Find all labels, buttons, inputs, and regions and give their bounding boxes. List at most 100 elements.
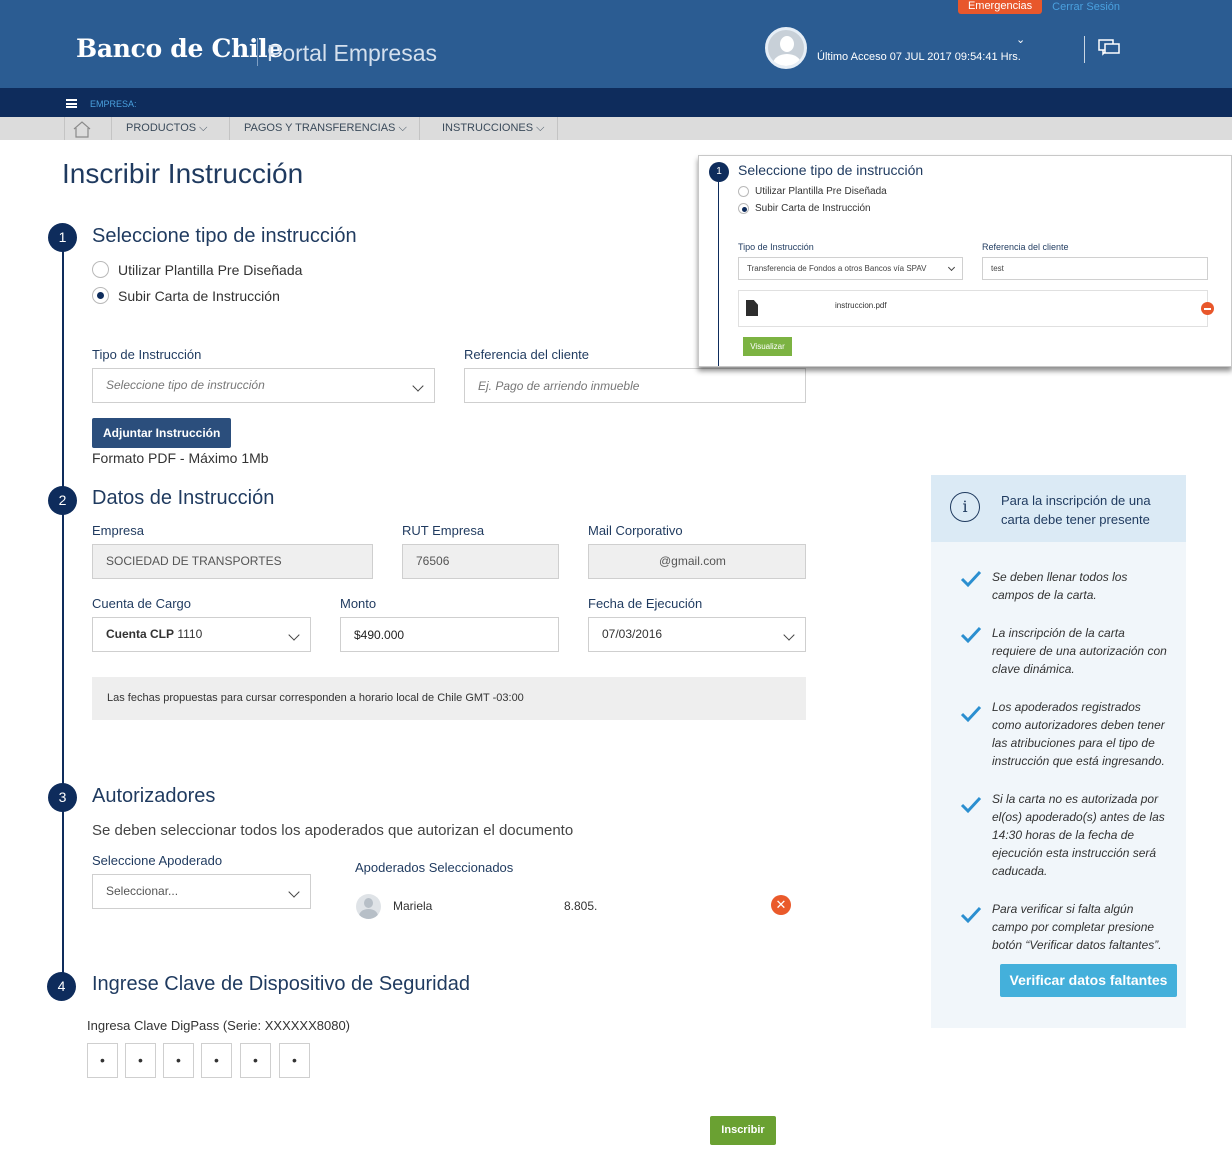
inset-radio-upload-control[interactable] <box>738 203 749 214</box>
format-note: Formato PDF - Máximo 1Mb <box>92 450 269 466</box>
nav-pagos[interactable]: PAGOS Y TRANSFERENCIAS ⌵ <box>229 117 419 140</box>
cuenta-type: Cuenta CLP <box>106 627 175 641</box>
fecha-select[interactable]: 07/03/2016 <box>588 617 806 652</box>
pin-input-1[interactable]: • <box>87 1043 118 1078</box>
ref-input[interactable]: Ej. Pago de arriendo inmueble <box>464 368 806 403</box>
pin-input-3[interactable]: • <box>163 1043 194 1078</box>
apoderado-label: Seleccione Apoderado <box>92 853 223 868</box>
cuenta-number: 1110 <box>177 627 203 641</box>
nav-productos[interactable]: PRODUCTOS ⌵ <box>111 117 229 140</box>
type-label: Tipo de Instrucción <box>92 347 202 362</box>
inset-type-label: Tipo de Instrucción <box>738 242 814 252</box>
inset-radio-upload-label: Subir Carta de Instrucción <box>755 203 871 214</box>
verify-button[interactable]: Verificar datos faltantes <box>1000 964 1177 997</box>
pin-input-6[interactable]: • <box>279 1043 310 1078</box>
remove-apoderado-icon[interactable]: ✕ <box>771 895 791 915</box>
apoderado-avatar <box>356 894 381 919</box>
radio-upload-label: Subir Carta de Instrucción <box>118 287 280 304</box>
inset-ref-label: Referencia del cliente <box>982 242 1069 252</box>
mail-label: Mail Corporativo <box>588 523 683 538</box>
step-2-title: Datos de Instrucción <box>92 487 275 509</box>
info-tip-text: Los apoderados registrados como autoriza… <box>992 700 1165 768</box>
view-button[interactable]: Visualizar <box>743 337 792 356</box>
page-title: Inscribir Instrucción <box>62 158 304 189</box>
user-avatar[interactable] <box>765 27 807 69</box>
hamburger-menu-icon[interactable] <box>66 99 77 108</box>
checkmark-icon <box>960 906 982 924</box>
user-menu-chevron-icon[interactable]: ⌄ <box>1016 33 1025 46</box>
inset-file-name: instruccion.pdf <box>835 301 887 310</box>
empresa-label: EMPRESA: <box>90 99 137 109</box>
radio-template-control[interactable] <box>92 261 109 278</box>
apoderado-placeholder: Seleccionar... <box>106 884 179 898</box>
monto-label: Monto <box>340 596 377 611</box>
inset-title: Seleccione tipo de instrucción <box>738 162 924 178</box>
info-tip-text: Si la carta no es autorizada por el(os) … <box>992 792 1165 878</box>
checkmark-icon <box>960 796 982 814</box>
logout-link[interactable]: Cerrar Sesión <box>1052 1 1120 13</box>
radio-template-label: Utilizar Plantilla Pre Diseñada <box>118 261 303 278</box>
nav-instrucciones[interactable]: INSTRUCCIONES ⌵ <box>419 117 558 140</box>
pin-input-5[interactable]: • <box>240 1043 271 1078</box>
apoderado-rut: 8.805. <box>564 899 598 913</box>
chevron-down-icon <box>947 263 956 272</box>
selected-apoderados-label: Apoderados Seleccionados <box>355 860 514 875</box>
pin-input-4[interactable]: • <box>201 1043 232 1078</box>
zoom-inset: 1 Seleccione tipo de instrucción Utiliza… <box>698 155 1232 367</box>
nav-home-cell <box>64 117 112 140</box>
cuenta-label: Cuenta de Cargo <box>92 596 192 611</box>
nav-instrucciones-label: INSTRUCCIONES <box>442 122 534 134</box>
step-2-badge: 2 <box>48 486 77 515</box>
portal-title: Portal Empresas <box>267 40 438 66</box>
monto-input[interactable]: $490.000 <box>340 617 559 652</box>
step-3-badge: 3 <box>48 783 77 812</box>
inset-radio-template-control[interactable] <box>738 186 749 197</box>
info-heading: Para la inscripción de una carta debe te… <box>1001 493 1151 527</box>
rut-field: 76506 <box>402 544 559 579</box>
radio-template[interactable]: Utilizar Plantilla Pre Diseñada <box>92 261 302 278</box>
rut-label: RUT Empresa <box>402 523 485 538</box>
nav-pagos-label: PAGOS Y TRANSFERENCIAS <box>244 122 396 134</box>
step-1-badge: 1 <box>48 223 77 252</box>
inset-file-row <box>738 290 1208 327</box>
bank-logo[interactable]: Banco de Chile <box>76 34 283 63</box>
radio-upload[interactable]: Subir Carta de Instrucción <box>92 287 280 304</box>
step-3-subtitle: Se deben seleccionar todos los apoderado… <box>92 822 574 839</box>
cuenta-select[interactable]: Cuenta CLP 1110 <box>92 617 311 652</box>
top-links: Emergencias Cerrar Sesión <box>957 0 1120 14</box>
step-1-title: Seleccione tipo de instrucción <box>92 225 357 247</box>
remove-file-icon[interactable] <box>1201 302 1214 315</box>
emergency-button[interactable]: Emergencias <box>957 0 1043 14</box>
inset-type-select[interactable]: Transferencia de Fondos a otros Bancos v… <box>738 257 963 280</box>
inset-step-badge: 1 <box>709 162 729 182</box>
inset-ref-input[interactable]: test <box>982 257 1208 280</box>
inset-radio-template[interactable]: Utilizar Plantilla Pre Diseñada <box>738 186 887 197</box>
inset-type-value: Transferencia de Fondos a otros Bancos v… <box>747 264 927 273</box>
info-icon: i <box>950 492 980 522</box>
checkmark-icon <box>960 570 982 588</box>
radio-upload-control[interactable] <box>92 287 109 304</box>
apoderado-select[interactable]: Seleccionar... <box>92 874 311 909</box>
info-tip-text: Se deben llenar todos los campos de la c… <box>992 570 1128 602</box>
fecha-value: 07/03/2016 <box>602 627 663 641</box>
attach-button[interactable]: Adjuntar Instrucción <box>92 418 232 448</box>
checkmark-icon <box>960 705 982 723</box>
inset-radio-upload[interactable]: Subir Carta de Instrucción <box>738 203 871 214</box>
ref-input-placeholder: Ej. Pago de arriendo inmueble <box>478 379 640 393</box>
header-divider <box>1084 36 1085 63</box>
digipass-label: Ingresa Clave DigPass (Serie: XXXXXX8080… <box>87 1018 351 1033</box>
checkmark-icon <box>960 626 982 644</box>
info-tip-text: Para verificar si falta algún campo por … <box>992 902 1162 952</box>
empresa-field: SOCIEDAD DE TRANSPORTES <box>92 544 373 579</box>
step-4-badge: 4 <box>47 972 76 1001</box>
mail-field: @gmail.com <box>588 544 806 579</box>
ref-label: Referencia del cliente <box>464 347 590 362</box>
chat-icon[interactable] <box>1098 38 1120 58</box>
inset-radio-template-label: Utilizar Plantilla Pre Diseñada <box>755 186 887 197</box>
submit-button[interactable]: Inscribir <box>710 1116 776 1145</box>
type-select[interactable]: Seleccione tipo de instrucción <box>92 368 435 403</box>
timezone-notice: Las fechas propuestas para cursar corres… <box>92 677 806 720</box>
pin-input-2[interactable]: • <box>125 1043 156 1078</box>
logo-divider <box>257 38 258 66</box>
empresa-bar <box>0 88 1232 117</box>
